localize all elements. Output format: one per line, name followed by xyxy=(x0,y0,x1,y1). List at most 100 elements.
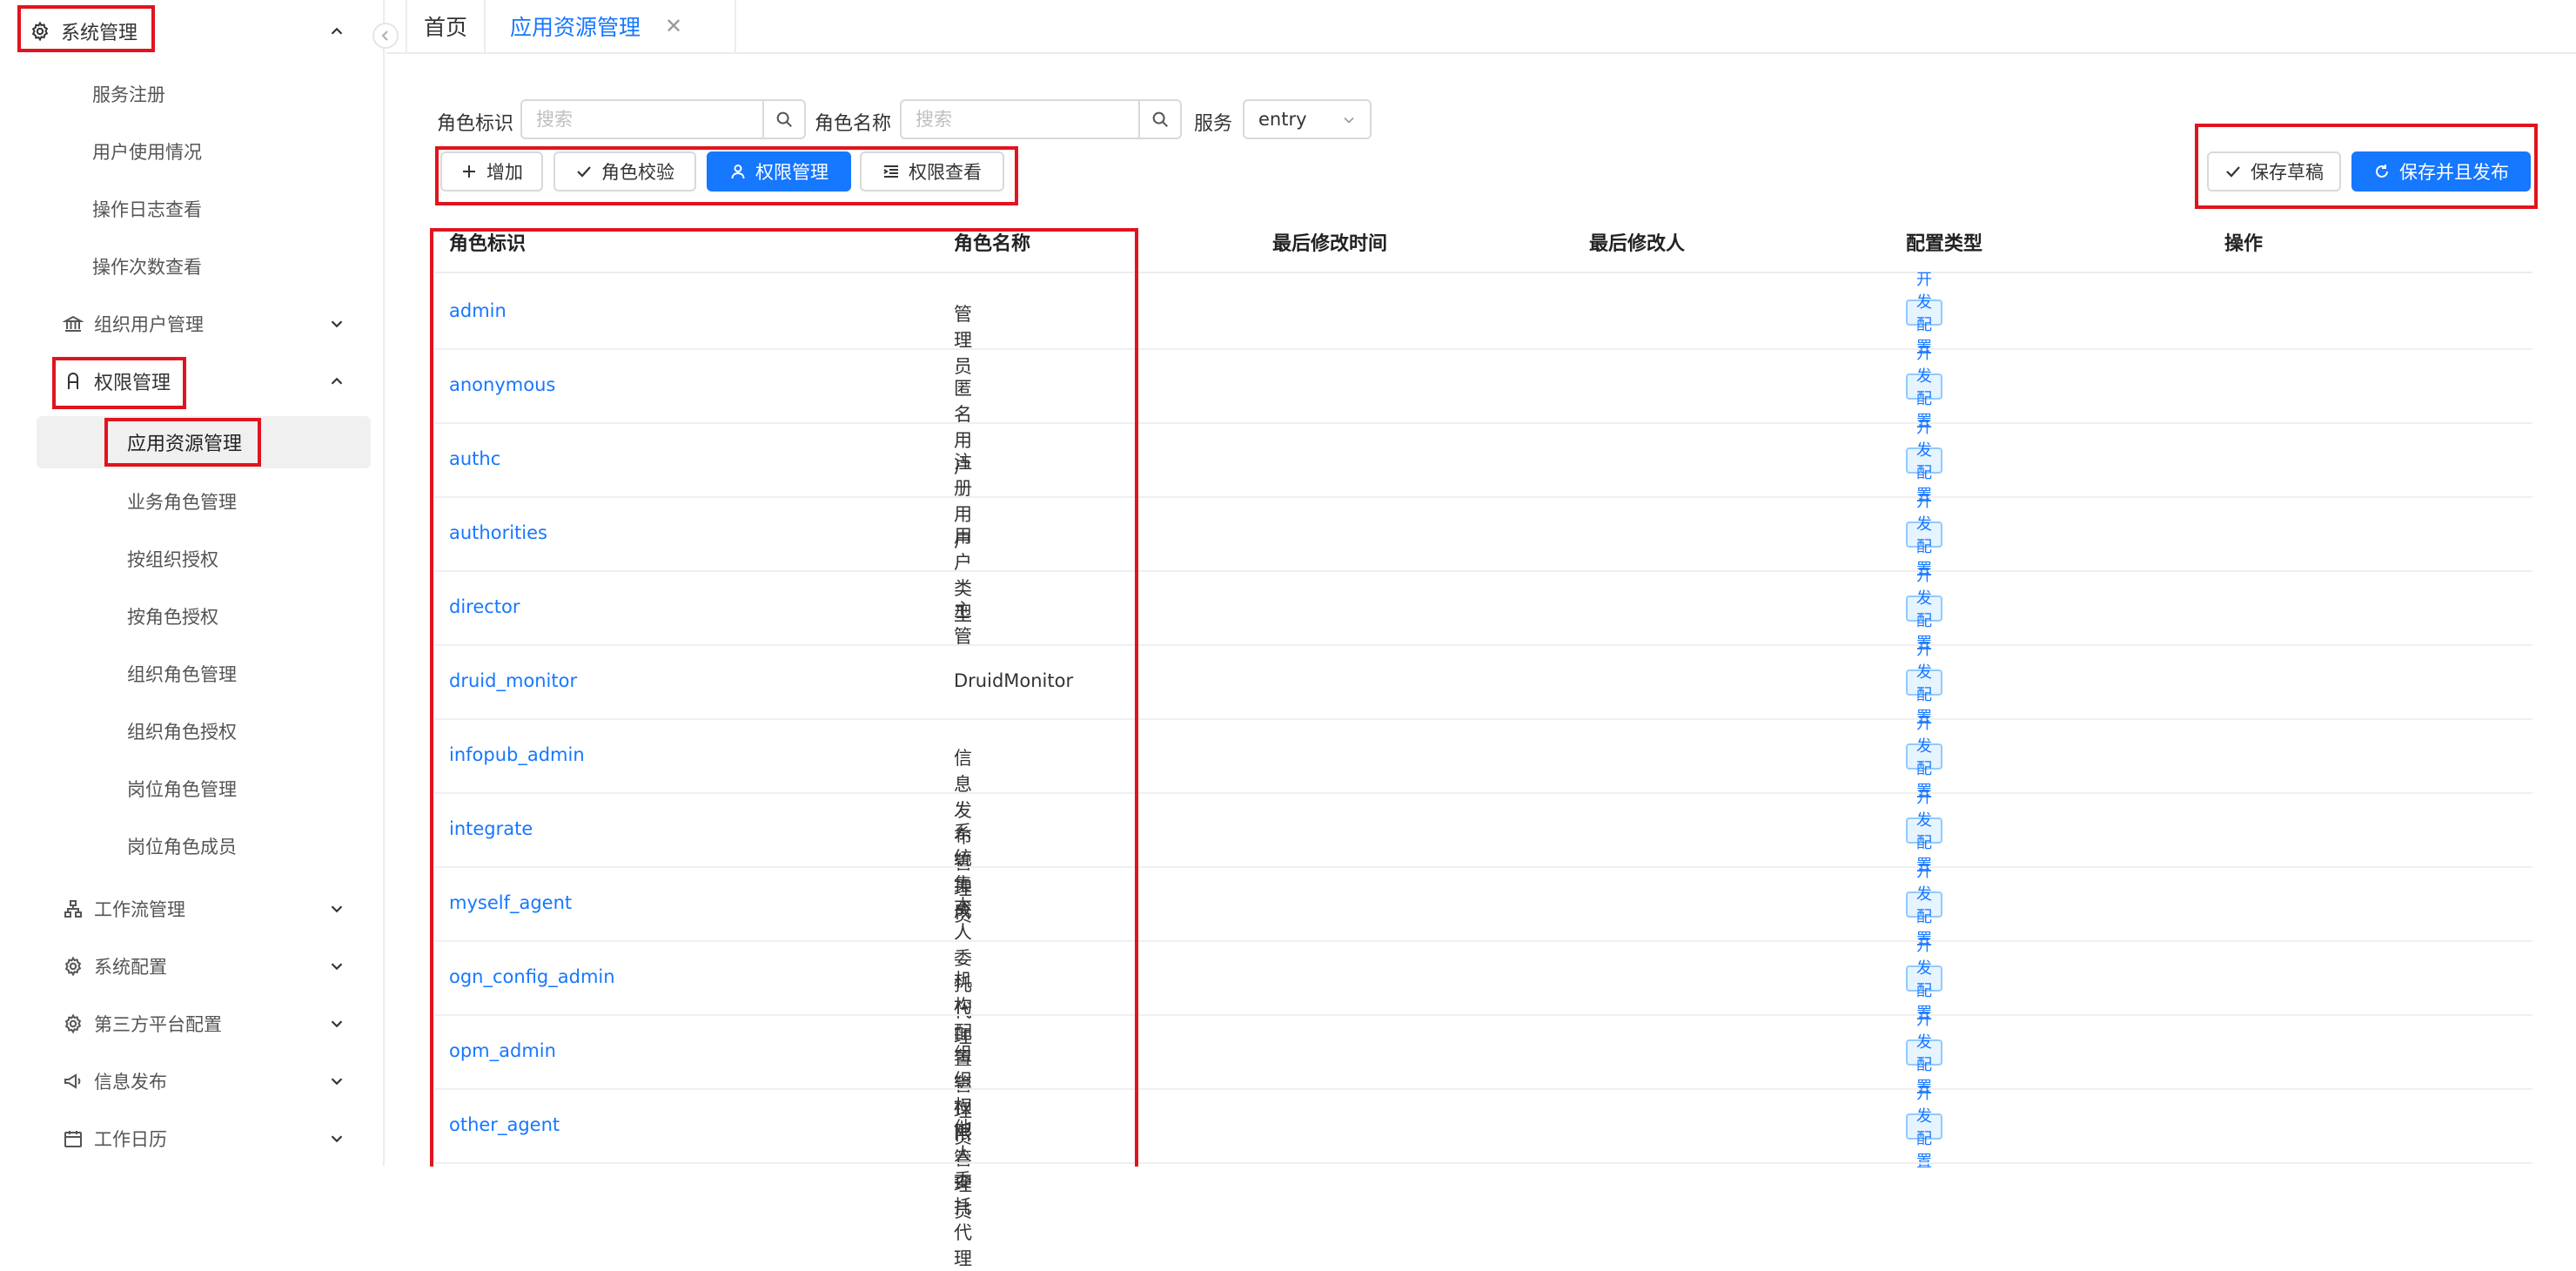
row-divider xyxy=(435,792,2532,794)
sidebar-item-user-usage[interactable]: 用户使用情况 xyxy=(0,125,385,178)
user-lock-icon xyxy=(68,373,78,389)
sidebar-label: 按组织授权 xyxy=(127,549,218,570)
column-header-last-modified-by: 最后修改人 xyxy=(1589,233,1686,255)
row-divider xyxy=(435,1014,2532,1016)
sidebar-item-service-registration[interactable]: 服务注册 xyxy=(0,68,385,120)
gear-icon xyxy=(64,956,82,977)
sidebar-group-system-management[interactable]: 系统管理 xyxy=(0,5,385,57)
sidebar-label: 权限管理 xyxy=(94,373,171,394)
sidebar-label: 业务角色管理 xyxy=(127,492,237,513)
close-icon[interactable]: ✕ xyxy=(665,14,682,38)
permission-manage-button-label: 权限管理 xyxy=(755,162,828,183)
role-id-link[interactable]: opm_admin xyxy=(449,1040,556,1061)
config-type-tag: 开发配置 xyxy=(1906,937,1942,1023)
bank-icon xyxy=(63,315,84,332)
role-id-search-input[interactable] xyxy=(522,101,764,138)
config-type-tag: 开发配置 xyxy=(1906,271,1942,357)
chevron-down-icon xyxy=(1344,117,1354,124)
chevron-down-icon xyxy=(331,905,343,913)
chevron-up-icon xyxy=(331,27,343,35)
sidebar-group-work-calendar[interactable]: 工作日历 xyxy=(0,1113,385,1165)
sidebar-label: 服务注册 xyxy=(92,84,165,105)
row-divider xyxy=(435,940,2532,942)
config-type-tag: 开发配置 xyxy=(1906,863,1942,949)
sidebar-group-workflow[interactable]: 工作流管理 xyxy=(0,883,385,935)
role-name-label: 角色名称 xyxy=(815,113,892,135)
config-type-tag: 开发配置 xyxy=(1906,567,1942,653)
role-id-link[interactable]: integrate xyxy=(449,818,533,839)
row-divider xyxy=(435,644,2532,646)
tab-label: 应用资源管理 xyxy=(510,15,641,40)
sidebar-item-business-role[interactable]: 业务角色管理 xyxy=(0,475,385,528)
sidebar-label: 岗位角色管理 xyxy=(127,779,237,800)
row-divider xyxy=(435,1162,2532,1164)
chevron-down-icon xyxy=(331,320,343,328)
save-draft-button-label: 保存草稿 xyxy=(2251,162,2324,183)
sidebar-item-org-authorization[interactable]: 按组织授权 xyxy=(0,533,385,585)
tab-home[interactable]: 首页 xyxy=(406,0,486,52)
sidebar-item-org-role-authorization[interactable]: 组织角色授权 xyxy=(0,705,385,757)
save-draft-button[interactable]: 保存草稿 xyxy=(2207,151,2341,192)
role-id-link[interactable]: infopub_admin xyxy=(449,744,585,765)
config-type-tag: 开发配置 xyxy=(1906,345,1942,431)
role-id-link[interactable]: anonymous xyxy=(449,374,555,395)
sidebar-item-post-role-members[interactable]: 岗位角色成员 xyxy=(0,820,385,872)
gear-icon xyxy=(64,1013,82,1034)
role-name-search-button[interactable] xyxy=(1138,101,1180,138)
sidebar-label: 系统配置 xyxy=(94,957,167,978)
role-id-label: 角色标识 xyxy=(437,113,514,135)
service-select-value: entry xyxy=(1258,109,1307,130)
sidebar-item-app-resource-management[interactable]: 应用资源管理 xyxy=(0,416,385,468)
role-id-search-button[interactable] xyxy=(762,101,804,138)
sidebar-group-org-users[interactable]: 组织用户管理 xyxy=(0,298,385,350)
permission-manage-button[interactable]: 权限管理 xyxy=(707,151,851,192)
role-verify-button[interactable]: 角色校验 xyxy=(553,151,696,192)
table-header xyxy=(435,214,2532,273)
check-icon xyxy=(2226,166,2240,178)
sidebar-group-system-config[interactable]: 系统配置 xyxy=(0,940,385,992)
row-divider xyxy=(435,348,2532,350)
add-button[interactable]: 增加 xyxy=(440,151,543,192)
role-id-link[interactable]: admin xyxy=(449,300,506,321)
sidebar-item-org-role-management[interactable]: 组织角色管理 xyxy=(0,648,385,700)
sidebar-label: 岗位角色成员 xyxy=(127,837,237,857)
sidebar-label: 用户使用情况 xyxy=(92,142,202,163)
sidebar-item-operation-count[interactable]: 操作次数查看 xyxy=(0,240,385,293)
column-header-config-type: 配置类型 xyxy=(1906,233,1983,255)
chevron-down-icon xyxy=(331,1078,343,1086)
sidebar-label: 工作流管理 xyxy=(94,899,185,920)
role-name-cell: 主管 xyxy=(954,599,972,647)
role-id-link[interactable]: other_agent xyxy=(449,1114,560,1135)
sidebar-item-post-role-management[interactable]: 岗位角色管理 xyxy=(0,763,385,815)
row-divider xyxy=(435,570,2532,572)
sidebar-group-info-publish[interactable]: 信息发布 xyxy=(0,1055,385,1107)
service-label: 服务 xyxy=(1194,113,1233,135)
role-verify-button-label: 角色校验 xyxy=(601,162,674,183)
gear-icon xyxy=(31,21,49,42)
role-id-link[interactable]: ogn_config_admin xyxy=(449,966,615,987)
role-id-link[interactable]: authorities xyxy=(449,522,547,543)
sidebar-label: 组织用户管理 xyxy=(94,314,204,335)
role-name-cell: 他人委托代理 xyxy=(954,1117,972,1269)
sidebar-item-operation-log[interactable]: 操作日志查看 xyxy=(0,183,385,235)
config-type-tag: 开发配置 xyxy=(1906,715,1942,801)
user-icon xyxy=(731,165,745,179)
service-select[interactable]: entry xyxy=(1243,99,1372,139)
sidebar-group-permission-management[interactable]: 权限管理 xyxy=(0,355,385,407)
permission-view-button[interactable]: 权限查看 xyxy=(860,151,1004,192)
row-divider xyxy=(435,718,2532,720)
role-id-link[interactable]: authc xyxy=(449,448,500,469)
role-id-link[interactable]: druid_monitor xyxy=(449,670,577,691)
save-publish-button-label: 保存并且发布 xyxy=(2399,162,2509,183)
role-id-link[interactable]: director xyxy=(449,596,520,617)
save-publish-button[interactable]: 保存并且发布 xyxy=(2351,151,2531,192)
workflow-icon xyxy=(64,900,82,918)
sidebar-group-third-party[interactable]: 第三方平台配置 xyxy=(0,998,385,1050)
sidebar-item-role-authorization[interactable]: 按角色授权 xyxy=(0,590,385,642)
tab-app-resource-management[interactable]: 应用资源管理 ✕ xyxy=(489,0,736,52)
sidebar-label: 工作日历 xyxy=(94,1129,167,1150)
calendar-icon xyxy=(64,1131,82,1147)
role-id-link[interactable]: myself_agent xyxy=(449,892,572,913)
role-name-search-input[interactable] xyxy=(902,101,1140,138)
permission-view-button-label: 权限查看 xyxy=(909,162,982,183)
